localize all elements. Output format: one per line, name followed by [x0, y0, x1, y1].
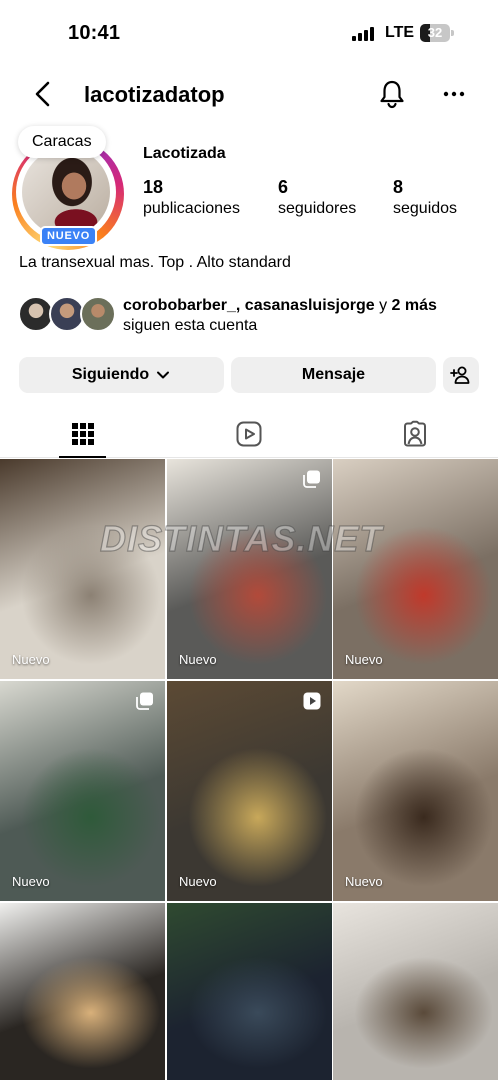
- post-new-label: Nuevo: [345, 874, 383, 889]
- stat-following-label: seguidos: [393, 200, 458, 217]
- post-new-label: Nuevo: [345, 652, 383, 667]
- post-tile[interactable]: [0, 903, 165, 1080]
- chevron-down-icon: [157, 371, 170, 379]
- carousel-indicator-icon: [303, 470, 320, 488]
- post-grid: Nuevo Nuevo Nuevo Nuevo Nuevo Nuevo: [0, 459, 498, 1080]
- stat-following-value: 8: [393, 177, 404, 197]
- stat-followers[interactable]: 6 seguidores: [278, 176, 356, 220]
- battery-level: 32: [427, 25, 443, 40]
- reels-icon: [236, 421, 262, 447]
- carousel-indicator-icon: [136, 692, 153, 710]
- mutual-followers-more: 2 más: [391, 297, 437, 314]
- profile-tabs: [0, 410, 498, 458]
- signal-icon: [352, 27, 376, 41]
- following-button-label: Siguiendo: [71, 366, 150, 383]
- tab-reels[interactable]: [166, 410, 332, 458]
- post-tile[interactable]: Nuevo: [167, 459, 332, 679]
- profile-bio: La transexual mas. Top . Alto standard: [19, 254, 291, 271]
- tagged-icon: [404, 420, 426, 447]
- status-time: 10:41: [68, 22, 121, 44]
- stat-followers-value: 6: [278, 177, 289, 197]
- post-tile[interactable]: [333, 903, 498, 1080]
- post-new-label: Nuevo: [12, 652, 50, 667]
- stat-followers-label: seguidores: [278, 200, 357, 217]
- notifications-button[interactable]: [376, 78, 408, 110]
- new-badge: NUEVO: [40, 226, 98, 246]
- back-button[interactable]: [30, 80, 58, 108]
- avatar-image: [22, 148, 110, 236]
- battery-icon: 32: [420, 24, 454, 42]
- profile-actions: Siguiendo Mensaje: [0, 357, 498, 393]
- add-person-icon: [450, 366, 470, 384]
- stat-posts-value: 18: [143, 177, 164, 197]
- post-tile[interactable]: Nuevo: [167, 681, 332, 901]
- tab-tagged[interactable]: [332, 410, 498, 458]
- mutual-followers-text: corobobarber_, casanasluisjorge y 2 más …: [123, 296, 437, 336]
- display-name: Lacotizada: [143, 145, 226, 162]
- tab-grid[interactable]: [0, 410, 166, 458]
- post-tile[interactable]: Nuevo: [0, 459, 165, 679]
- post-tile[interactable]: [167, 903, 332, 1080]
- stat-posts-label: publicaciones: [143, 200, 240, 217]
- bell-icon: [380, 80, 404, 109]
- profile-header: lacotizadatop: [0, 70, 498, 118]
- post-new-label: Nuevo: [179, 652, 217, 667]
- following-button[interactable]: Siguiendo: [19, 357, 224, 393]
- follower-avatar: [80, 296, 116, 332]
- network-type: LTE: [385, 24, 415, 41]
- mutual-followers-suffix: siguen esta cuenta: [123, 317, 258, 334]
- mutual-followers[interactable]: corobobarber_, casanasluisjorge y 2 más …: [18, 296, 488, 336]
- page-title: lacotizadatop: [84, 82, 225, 107]
- suggested-users-button[interactable]: [443, 357, 479, 393]
- more-horizontal-icon: [443, 91, 465, 97]
- active-tab-indicator: [59, 456, 106, 458]
- post-tile[interactable]: Nuevo: [333, 681, 498, 901]
- message-button-label: Mensaje: [301, 366, 366, 383]
- mutual-followers-connector: y: [374, 297, 392, 314]
- post-tile[interactable]: Nuevo: [333, 459, 498, 679]
- stat-following[interactable]: 8 seguidos: [393, 176, 457, 220]
- grid-icon: [72, 423, 94, 445]
- stat-posts[interactable]: 18 publicaciones: [143, 176, 240, 220]
- post-new-label: Nuevo: [179, 874, 217, 889]
- mutual-followers-names: corobobarber_, casanasluisjorge: [123, 297, 375, 314]
- status-bar: 10:41 LTE 32: [0, 0, 498, 66]
- location-note[interactable]: Caracas: [18, 126, 106, 158]
- more-options-button[interactable]: [441, 80, 467, 108]
- post-tile[interactable]: Nuevo: [0, 681, 165, 901]
- reel-indicator-icon: [303, 692, 321, 710]
- post-new-label: Nuevo: [12, 874, 50, 889]
- message-button[interactable]: Mensaje: [231, 357, 436, 393]
- chevron-left-icon: [35, 81, 50, 107]
